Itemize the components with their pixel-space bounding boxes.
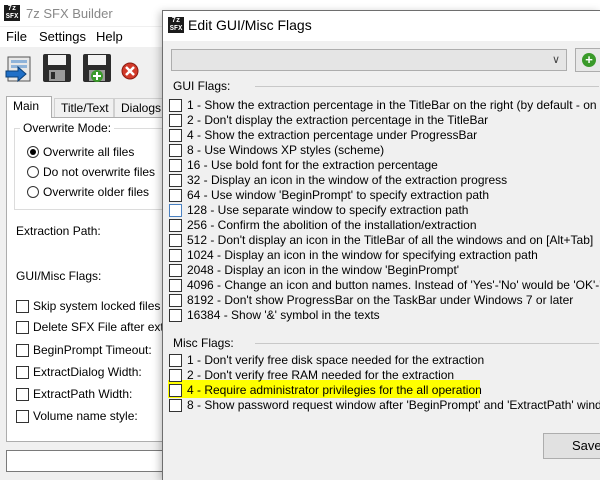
flag-label: 256 - Confirm the abolition of the insta… [187,218,477,232]
gui-misc-flags-label: GUI/Misc Flags: [16,269,102,283]
checkbox[interactable] [169,249,182,262]
checkbox-label: Delete SFX File after extra [33,320,175,334]
checkbox[interactable] [169,369,182,382]
divider [255,343,599,344]
checkbox[interactable] [169,309,182,322]
checkbox[interactable] [16,410,29,423]
add-preset-button[interactable]: + [575,48,600,72]
save-as-icon[interactable] [80,51,114,85]
radio-button[interactable] [27,186,39,198]
radio-label: Overwrite all files [43,145,135,159]
radio-button[interactable] [27,146,39,158]
checkbox[interactable] [16,344,29,357]
app-icon: 7z SFX [168,17,184,33]
flag-label: 512 - Don't display an icon in the Title… [187,233,594,247]
checkbox-label: ExtractDialog Width: [33,365,142,379]
checkbox-label: BeginPrompt Timeout: [33,343,152,357]
save-button[interactable]: Save [543,433,600,459]
radio-label: Overwrite older files [43,185,150,199]
menu-settings[interactable]: Settings [39,29,86,44]
dialog-title: Edit GUI/Misc Flags [188,17,312,33]
bottom-text-field[interactable] [6,450,176,472]
chevron-down-icon[interactable]: ∨ [552,53,560,66]
checkbox[interactable] [169,174,182,187]
gui-flags-section-label: GUI Flags: [173,79,231,93]
checkbox[interactable] [16,388,29,401]
flag-label: 128 - Use separate window to specify ext… [187,203,469,217]
checkbox[interactable] [169,204,182,217]
tab-dialogs[interactable]: Dialogs [114,98,164,118]
checkbox-label: Volume name style: [33,409,138,423]
checkbox-label: Skip system locked files [33,299,161,313]
plus-icon: + [582,53,596,67]
tab-title-text[interactable]: Title/Text [54,98,114,118]
flag-label: 4 - Require administrator privilegies fo… [187,383,482,397]
menu-help[interactable]: Help [96,29,123,44]
checkbox[interactable] [169,354,182,367]
checkbox[interactable] [16,300,29,313]
flag-label: 16 - Use bold font for the extraction pe… [187,158,438,172]
flag-label: 1 - Don't verify free disk space needed … [187,353,485,367]
checkbox[interactable] [169,399,182,412]
save-icon[interactable] [40,51,74,85]
flag-label: 32 - Display an icon in the window of th… [187,173,508,187]
checkbox[interactable] [169,294,182,307]
main-window-title: 7z SFX Builder [26,6,113,21]
flag-label: 64 - Use window 'BeginPrompt' to specify… [187,188,490,202]
flag-label: 2 - Don't display the extraction percent… [187,113,489,127]
checkbox[interactable] [169,384,182,397]
checkbox[interactable] [16,366,29,379]
radio-label: Do not overwrite files [43,165,156,179]
edit-flags-dialog: 7z SFX Edit GUI/Misc Flags ∨ + GUI Flags:… [162,10,600,480]
flag-label: 4 - Show the extraction percentage under… [187,128,478,142]
checkbox[interactable] [169,264,182,277]
flag-label: 16384 - Show '&' symbol in the texts [187,308,380,322]
dialog-titlebar[interactable]: 7z SFX Edit GUI/Misc Flags [163,11,600,41]
flag-label: 1 - Show the extraction percentage in th… [187,98,600,112]
flag-label: 2 - Don't verify free RAM needed for the… [187,368,455,382]
checkbox[interactable] [16,321,29,334]
checkbox[interactable] [169,144,182,157]
checkbox[interactable] [169,219,182,232]
flag-label: 8192 - Don't show ProgressBar on the Tas… [187,293,574,307]
menu-file[interactable]: File [6,29,27,44]
flag-label: 4096 - Change an icon and button names. … [187,278,600,292]
checkbox[interactable] [169,189,182,202]
flag-label: 8 - Use Windows XP styles (scheme) [187,143,385,157]
divider [255,86,599,87]
flag-label: 1024 - Display an icon in the window for… [187,248,538,262]
app-icon: 7z SFX [4,5,20,21]
radio-button[interactable] [27,166,39,178]
open-icon[interactable] [4,51,38,85]
checkbox[interactable] [169,279,182,292]
extraction-path-label: Extraction Path: [16,224,101,238]
flag-label: 2048 - Display an icon in the window 'Be… [187,263,460,277]
checkbox[interactable] [169,159,182,172]
checkbox[interactable] [169,234,182,247]
checkbox-label: ExtractPath Width: [33,387,133,401]
checkbox[interactable] [169,114,182,127]
preset-combo[interactable]: ∨ [171,49,567,71]
checkbox[interactable] [169,99,182,112]
checkbox[interactable] [169,129,182,142]
overwrite-mode-title: Overwrite Mode: [20,121,115,135]
misc-flags-section-label: Misc Flags: [173,336,234,350]
flag-label: 8 - Show password request window after '… [187,398,600,412]
tab-main[interactable]: Main [6,96,52,118]
close-icon[interactable] [116,51,150,85]
